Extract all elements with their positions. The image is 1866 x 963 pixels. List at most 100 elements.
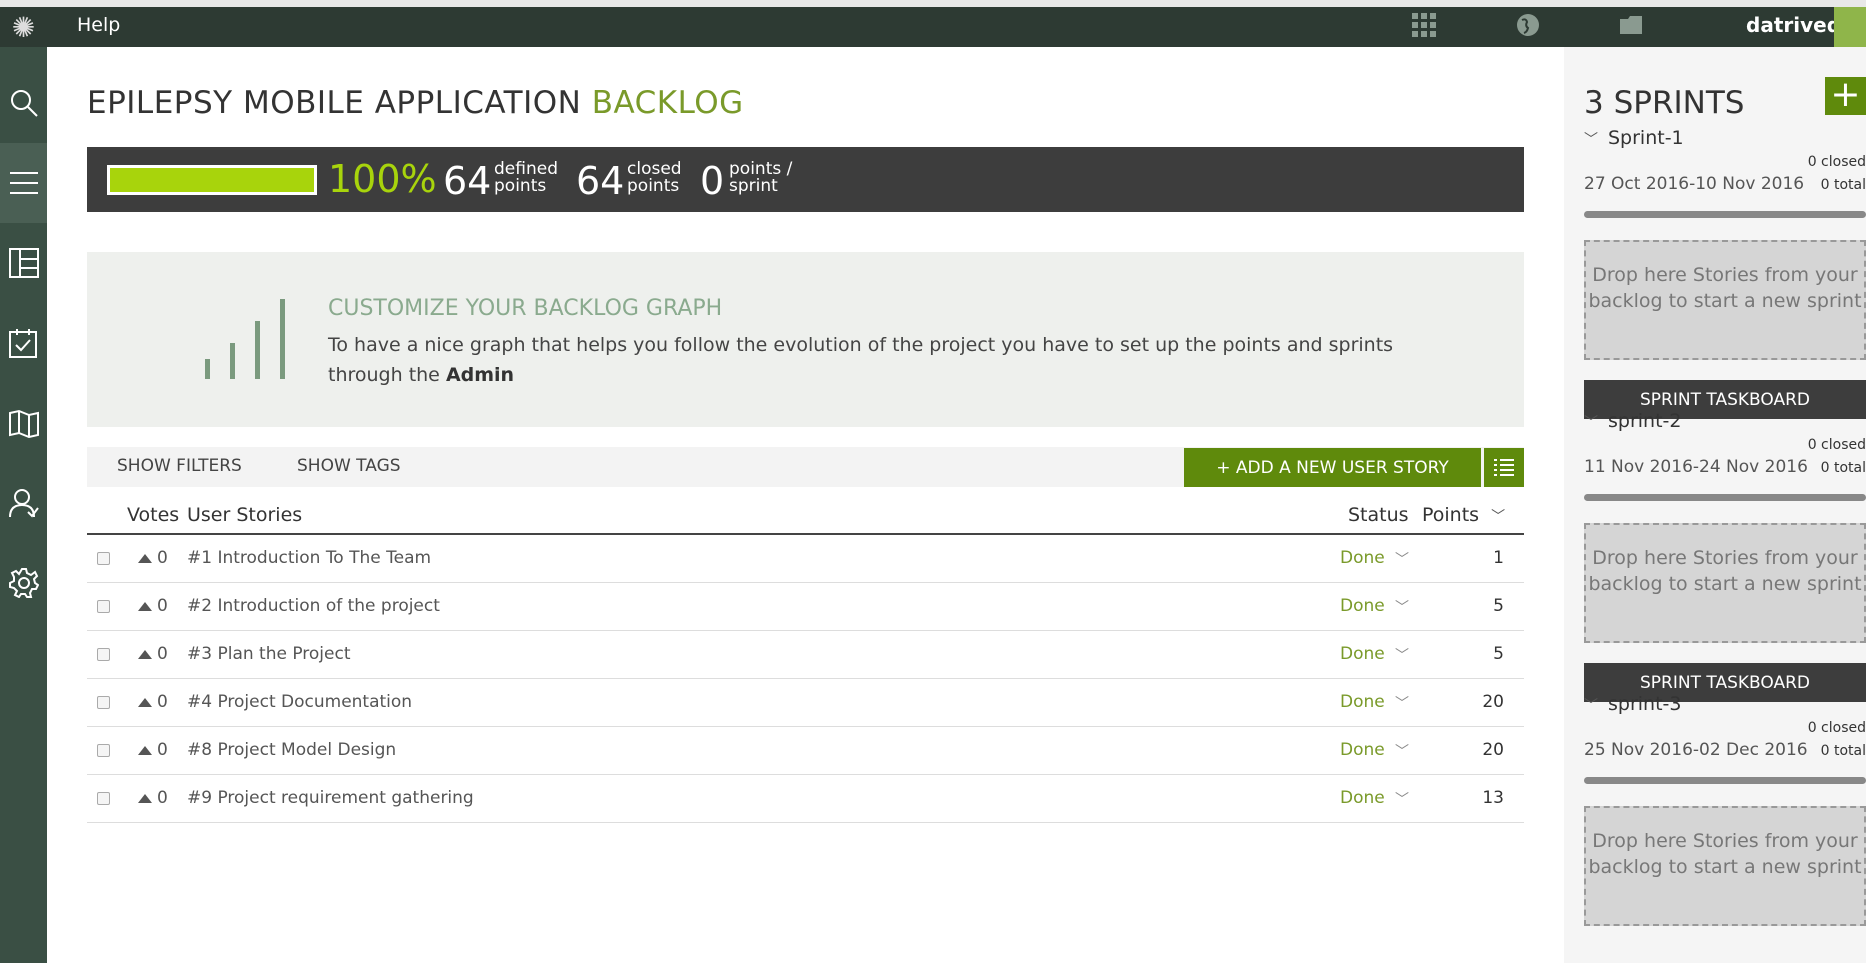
closed-points-label: closed points bbox=[627, 159, 682, 196]
sprint-drop-zone[interactable]: Drop here Stories from your backlog to s… bbox=[1584, 523, 1866, 643]
sprint-total-count: 0 total bbox=[1820, 177, 1866, 193]
stories-column-header: User Stories bbox=[187, 504, 303, 526]
row-checkbox[interactable] bbox=[97, 600, 110, 613]
chevron-down-icon: ﹀ bbox=[1491, 509, 1506, 525]
story-points[interactable]: 5 bbox=[1493, 596, 1504, 616]
team-icon[interactable] bbox=[0, 463, 47, 543]
sprint-closed-count: 0 closed bbox=[1807, 154, 1866, 170]
chevron-down-icon[interactable]: ﹀ bbox=[1395, 741, 1409, 761]
show-filters-button[interactable]: SHOW FILTERS bbox=[117, 456, 242, 476]
sprint-drop-zone[interactable]: Drop here Stories from your backlog to s… bbox=[1584, 806, 1866, 926]
sprint-closed-count: 0 closed bbox=[1807, 720, 1866, 736]
add-sprint-button[interactable]: + bbox=[1825, 77, 1866, 115]
story-points[interactable]: 5 bbox=[1493, 644, 1504, 664]
table-row[interactable]: 0 #1 Introduction To The Team Done ﹀ 1 bbox=[87, 535, 1524, 583]
backlog-icon[interactable] bbox=[0, 143, 47, 223]
row-checkbox[interactable] bbox=[97, 648, 110, 661]
table-row[interactable]: 0 #2 Introduction of the project Done ﹀ … bbox=[87, 583, 1524, 631]
chevron-down-icon: ﹀ bbox=[1584, 132, 1598, 148]
user-stories-list: 0 #1 Introduction To The Team Done ﹀ 1 0… bbox=[87, 535, 1524, 823]
bulk-add-list-icon[interactable] bbox=[1484, 448, 1524, 487]
row-checkbox[interactable] bbox=[97, 792, 110, 805]
chevron-down-icon: ﹀ bbox=[1584, 415, 1598, 431]
search-icon[interactable] bbox=[0, 63, 47, 143]
page-title: EPILEPSY MOBILE APPLICATION BACKLOG bbox=[87, 85, 744, 121]
project-name: EPILEPSY MOBILE APPLICATION bbox=[87, 85, 582, 121]
vote-counter[interactable]: 0 bbox=[138, 548, 168, 568]
story-link[interactable]: #1 Introduction To The Team bbox=[187, 548, 431, 568]
story-points[interactable]: 20 bbox=[1482, 740, 1504, 760]
projects-grid-icon[interactable] bbox=[1411, 12, 1437, 38]
avatar[interactable] bbox=[1834, 7, 1866, 47]
vote-counter[interactable]: 0 bbox=[138, 692, 168, 712]
table-row[interactable]: 0 #4 Project Documentation Done ﹀ 20 bbox=[87, 679, 1524, 727]
defined-points-label: defined points bbox=[494, 159, 558, 196]
wiki-icon[interactable] bbox=[0, 383, 47, 463]
vote-counter[interactable]: 0 bbox=[138, 740, 168, 760]
upvote-icon bbox=[138, 602, 152, 611]
top-bar: ✺ Help datrived bbox=[0, 0, 1866, 47]
story-link[interactable]: #4 Project Documentation bbox=[187, 692, 412, 712]
folder-icon[interactable] bbox=[1618, 12, 1644, 38]
vote-counter[interactable]: 0 bbox=[138, 596, 168, 616]
row-checkbox[interactable] bbox=[97, 744, 110, 757]
story-link[interactable]: #8 Project Model Design bbox=[187, 740, 396, 760]
help-link[interactable]: Help bbox=[77, 14, 120, 36]
browser-strip bbox=[0, 0, 1866, 7]
sprint-name[interactable]: ﹀ sprint-2 bbox=[1584, 410, 1682, 432]
chevron-down-icon: ﹀ bbox=[1584, 698, 1598, 714]
table-row[interactable]: 0 #8 Project Model Design Done ﹀ 20 bbox=[87, 727, 1524, 775]
row-checkbox[interactable] bbox=[97, 696, 110, 709]
status-dropdown[interactable]: Done bbox=[1340, 644, 1385, 664]
backlog-graph-notice: CUSTOMIZE YOUR BACKLOG GRAPH To have a n… bbox=[87, 252, 1524, 427]
progress-bar bbox=[107, 165, 317, 195]
status-dropdown[interactable]: Done bbox=[1340, 596, 1385, 616]
show-tags-button[interactable]: SHOW TAGS bbox=[297, 456, 401, 476]
table-row[interactable]: 0 #3 Plan the Project Done ﹀ 5 bbox=[87, 631, 1524, 679]
graph-notice-title: CUSTOMIZE YOUR BACKLOG GRAPH bbox=[328, 296, 723, 321]
story-link[interactable]: #3 Plan the Project bbox=[187, 644, 351, 664]
status-column-header[interactable]: Status bbox=[1348, 504, 1409, 526]
points-per-sprint-label: points / sprint bbox=[729, 159, 793, 196]
table-row[interactable]: 0 #9 Project requirement gathering Done … bbox=[87, 775, 1524, 823]
sprints-panel: 3 SPRINTS + ﹀ Sprint-1 0 closed 27 Oct 20… bbox=[1564, 47, 1866, 963]
sprint-drop-zone[interactable]: Drop here Stories from your backlog to s… bbox=[1584, 240, 1866, 360]
chevron-down-icon[interactable]: ﹀ bbox=[1395, 645, 1409, 665]
story-link[interactable]: #2 Introduction of the project bbox=[187, 596, 440, 616]
add-user-story-button[interactable]: + ADD A NEW USER STORY bbox=[1184, 448, 1481, 487]
points-column-header[interactable]: Points ﹀ bbox=[1422, 504, 1505, 526]
admin-link[interactable]: Admin bbox=[446, 364, 514, 386]
issues-icon[interactable] bbox=[0, 303, 47, 383]
sprint-progress-bar bbox=[1584, 211, 1866, 218]
taiga-logo-icon[interactable]: ✺ bbox=[0, 7, 47, 47]
vote-counter[interactable]: 0 bbox=[138, 644, 168, 664]
settings-gear-icon[interactable] bbox=[0, 543, 47, 623]
chevron-down-icon[interactable]: ﹀ bbox=[1395, 549, 1409, 569]
kanban-icon[interactable] bbox=[0, 223, 47, 303]
chevron-down-icon[interactable]: ﹀ bbox=[1395, 693, 1409, 713]
status-dropdown[interactable]: Done bbox=[1340, 740, 1385, 760]
story-link[interactable]: #9 Project requirement gathering bbox=[187, 788, 474, 808]
sprint-name[interactable]: ﹀ Sprint-1 bbox=[1584, 127, 1684, 149]
username[interactable]: datrived bbox=[1746, 13, 1841, 37]
chevron-down-icon[interactable]: ﹀ bbox=[1395, 789, 1409, 809]
row-checkbox[interactable] bbox=[97, 552, 110, 565]
status-dropdown[interactable]: Done bbox=[1340, 788, 1385, 808]
globe-icon[interactable] bbox=[1515, 12, 1541, 38]
story-points[interactable]: 20 bbox=[1482, 692, 1504, 712]
story-points[interactable]: 13 bbox=[1482, 788, 1504, 808]
bar-chart-icon bbox=[205, 294, 285, 379]
sprint-progress-bar bbox=[1584, 494, 1866, 501]
status-dropdown[interactable]: Done bbox=[1340, 548, 1385, 568]
status-dropdown[interactable]: Done bbox=[1340, 692, 1385, 712]
backlog-label: BACKLOG bbox=[591, 85, 744, 121]
story-points[interactable]: 1 bbox=[1493, 548, 1504, 568]
sprint-closed-count: 0 closed bbox=[1807, 437, 1866, 453]
chevron-down-icon[interactable]: ﹀ bbox=[1395, 597, 1409, 617]
user-stories-header: Votes User Stories Status Points ﹀ bbox=[87, 497, 1524, 535]
vote-counter[interactable]: 0 bbox=[138, 788, 168, 808]
upvote-icon bbox=[138, 698, 152, 707]
sprint-name[interactable]: ﹀ sprint-3 bbox=[1584, 693, 1682, 715]
closed-points-value: 64 bbox=[576, 159, 625, 203]
sprint-dates: 11 Nov 2016-24 Nov 2016 bbox=[1584, 457, 1808, 477]
